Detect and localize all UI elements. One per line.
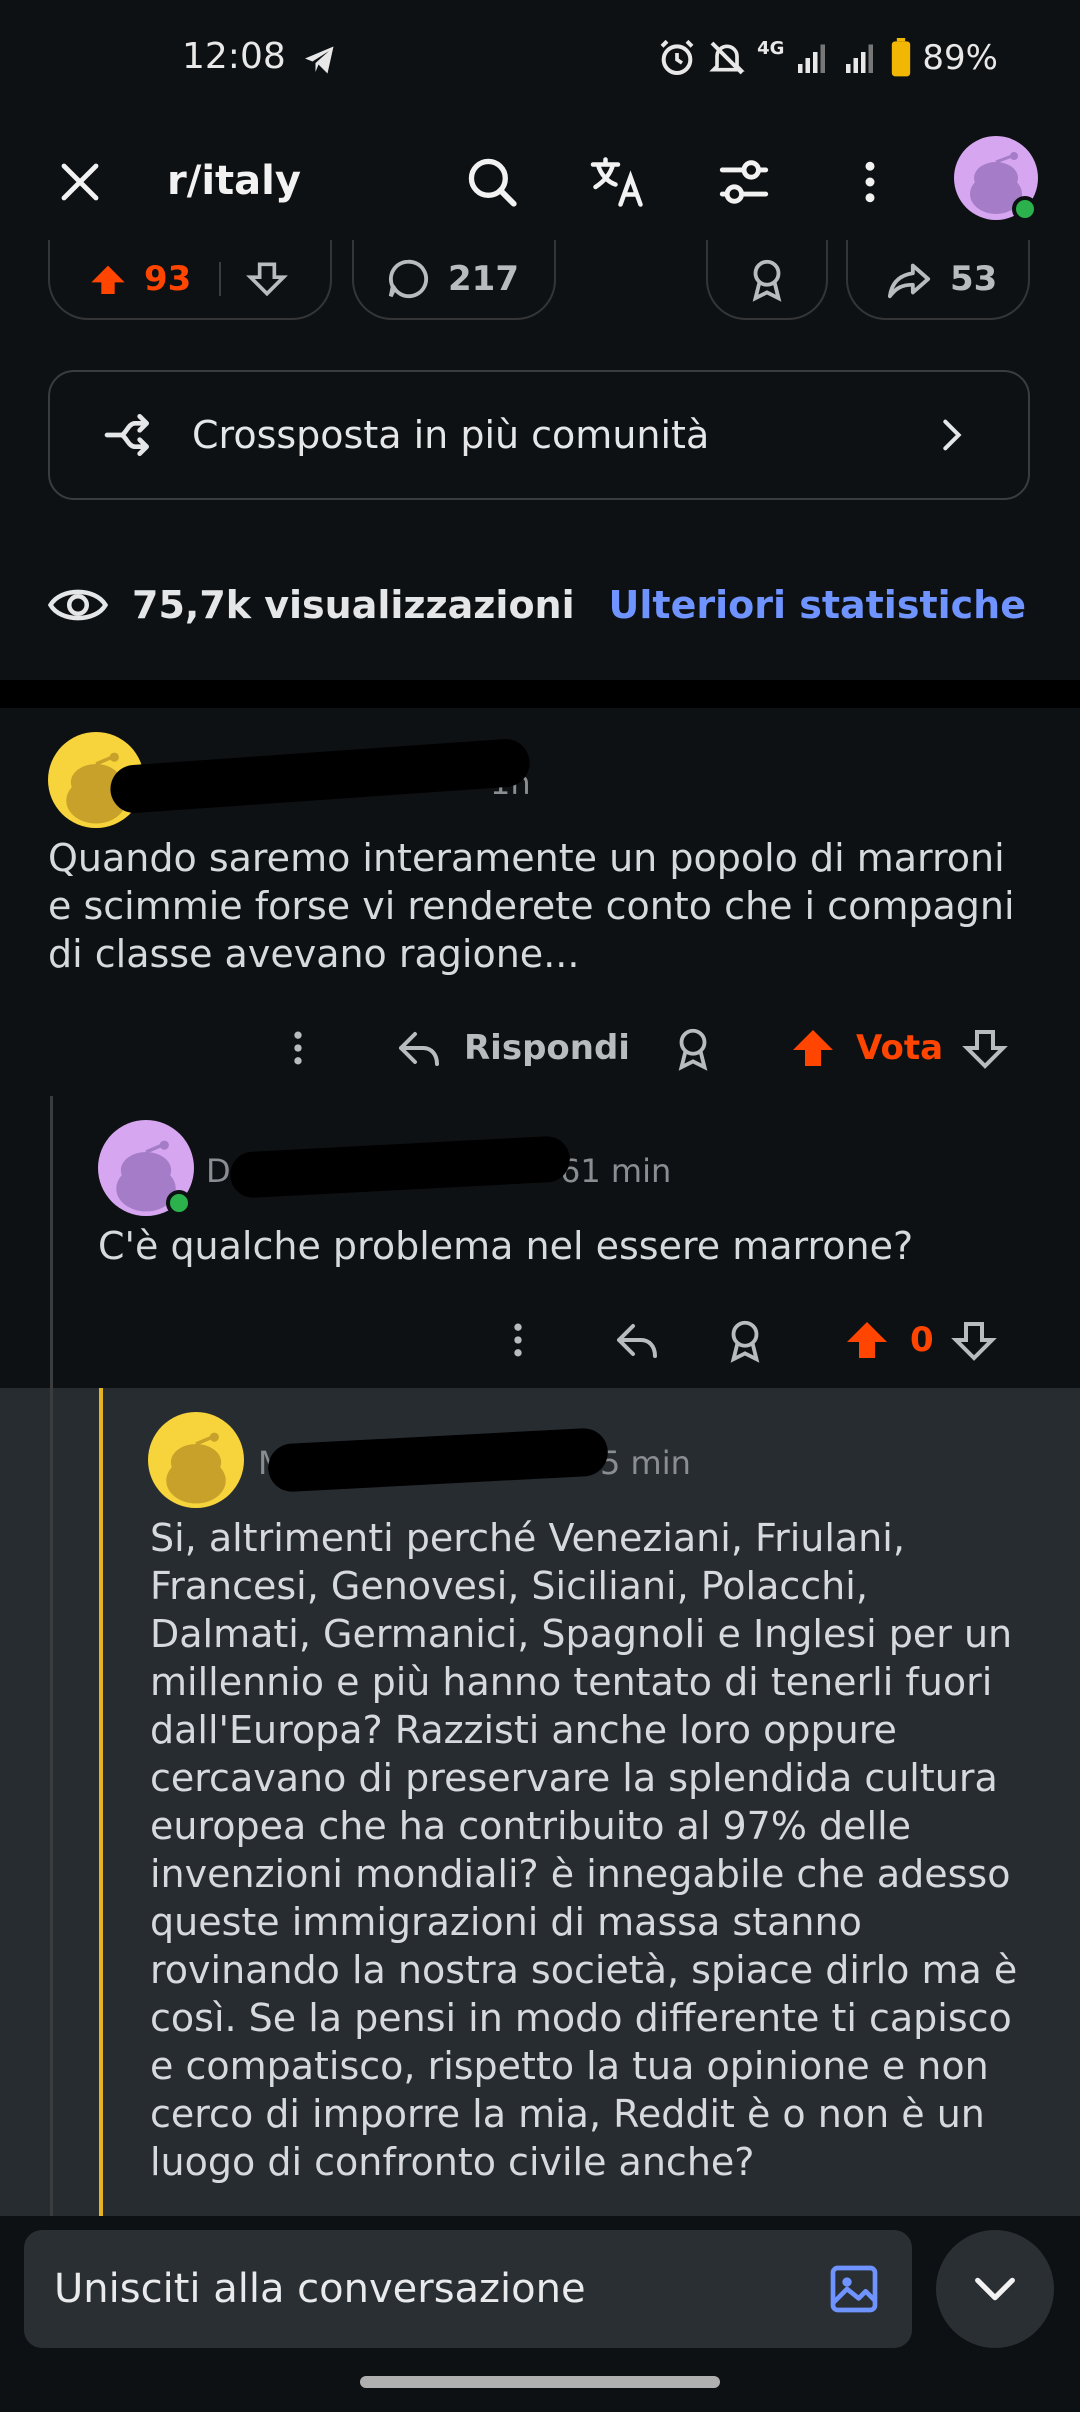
battery-percent: 89% [922,38,998,78]
online-status-dot [1012,196,1038,222]
comments-pill[interactable]: 217 [352,240,556,320]
comment-1-more-button[interactable] [276,1024,320,1072]
more-stats-link[interactable]: Ulteriori statistiche [609,583,1026,627]
subreddit-name[interactable]: r/italy [167,158,301,204]
translate-icon [590,157,643,207]
comment-2-online-dot [166,1190,192,1216]
upvote-filled-icon[interactable] [86,259,130,299]
upvote-filled-icon[interactable] [842,1316,892,1364]
image-icon[interactable] [826,2261,882,2317]
top-app-bar: r/italy [0,124,1080,240]
post-stats-row: 75,7k visualizzazioni Ulteriori statisti… [48,570,1030,640]
comment-2-author[interactable]: D [206,1152,231,1190]
home-indicator[interactable] [360,2376,720,2388]
downvote-icon[interactable] [245,257,289,301]
comment-3-time: 5 min [600,1444,691,1482]
comment-3-body: Si, altrimenti perché Veneziani, Friulan… [150,1516,1018,2184]
reply-icon [617,1324,657,1358]
upvote-filled-icon[interactable] [788,1024,838,1072]
award-icon [678,1028,708,1071]
comment-2-time: 61 min [560,1152,672,1190]
post-action-row: 93 217 53 [0,240,1080,320]
close-icon [61,163,99,201]
vote-divider [219,262,222,296]
more-vertical-icon [514,1323,522,1357]
downvote-icon[interactable] [961,1024,1009,1072]
filter-button[interactable] [710,148,778,216]
translate-button[interactable] [584,148,652,216]
more-vertical-icon [294,1031,302,1065]
award-icon [730,1320,760,1363]
share-icon [887,263,931,299]
reply-label: Rispondi [464,1028,630,1068]
downvote-icon[interactable] [950,1316,998,1364]
alarm-icon [660,39,694,75]
view-count: 75,7k visualizzazioni [132,583,575,627]
comment-3-avatar[interactable] [148,1412,244,1508]
comment-2-score: 0 [910,1320,934,1360]
battery-icon [892,38,911,77]
overflow-menu-button[interactable] [836,148,904,216]
crosspost-label: Crossposta in più comunità [192,413,710,457]
network-type: 4G [757,38,785,59]
telegram-icon [302,42,338,82]
snoo-avatar-icon [166,1432,226,1504]
chevron-down-icon [975,2277,1015,2301]
comment-count: 217 [448,259,519,299]
redaction-mark [108,737,532,815]
join-conversation-input[interactable]: Unisciti alla conversazione [24,2230,912,2348]
comment-2-actions: 0 [0,1306,1080,1376]
chevron-right-icon [943,419,962,451]
comment-2-reply-button[interactable] [612,1316,662,1364]
reply-icon [399,1032,439,1066]
award-icon [752,259,782,302]
crosspost-button[interactable]: Crossposta in più comunità [48,370,1030,500]
comment-1-award-button[interactable] [670,1024,716,1072]
signal-icon-2 [846,44,874,73]
close-button[interactable] [48,150,112,214]
search-button[interactable] [458,148,526,216]
crosspost-icon [104,414,150,456]
status-bar: 12:08 4G 89% [0,0,1080,124]
comment-2-body: C'è qualche problema nel essere marrone? [98,1224,914,1268]
upvote-count: 93 [144,259,192,299]
comment-2-more-button[interactable] [496,1316,540,1364]
comment-1-body: Quando saremo interamente un popolo di m… [48,836,1015,976]
comment-1-vote: Vota [788,1024,1009,1072]
comment-1-actions: Rispondi Vota [0,1014,1080,1084]
search-icon [468,158,517,207]
join-placeholder: Unisciti alla conversazione [54,2266,586,2312]
eye-icon [48,589,108,621]
comment-icon [388,259,429,299]
comment-2-vote: 0 [842,1316,998,1364]
award-pill[interactable] [706,240,828,320]
status-time: 12:08 [182,36,286,77]
signal-icon [798,44,826,73]
vote-label: Vota [856,1028,944,1068]
mute-icon [709,41,745,75]
more-vertical-icon [865,161,875,203]
share-count: 53 [950,259,998,299]
thread-line [50,1096,53,2216]
vote-pill: 93 [48,240,332,320]
status-icons: 4G 89% [657,38,998,78]
comment-2-award-button[interactable] [722,1316,768,1364]
share-pill[interactable]: 53 [846,240,1030,320]
highlight-indicator [99,1388,103,2216]
sliders-icon [719,160,769,204]
comment-1-reply-button[interactable]: Rispondi [394,1024,630,1072]
collapse-button[interactable] [936,2230,1054,2348]
section-divider [0,680,1080,708]
